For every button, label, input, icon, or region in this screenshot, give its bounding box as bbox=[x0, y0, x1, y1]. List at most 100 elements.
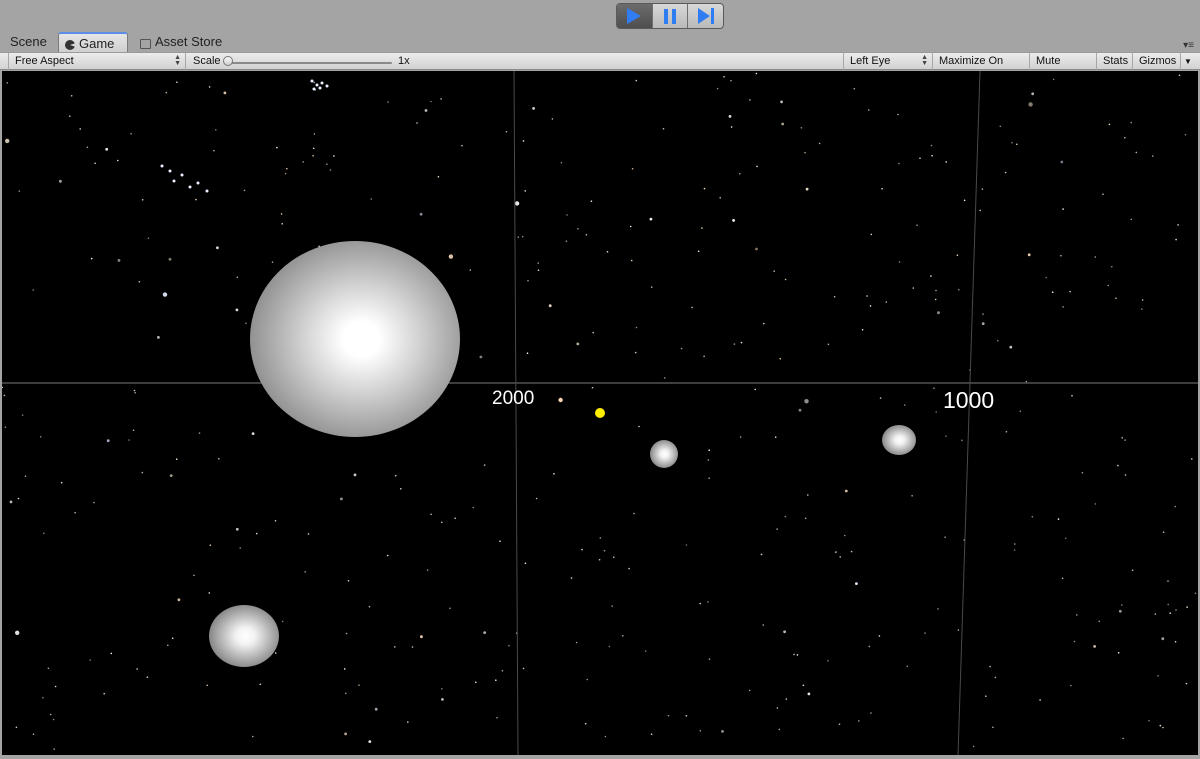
star bbox=[259, 683, 262, 686]
star bbox=[755, 247, 758, 251]
planet[interactable] bbox=[650, 440, 678, 468]
tab-label: Scene bbox=[10, 34, 47, 49]
star bbox=[501, 670, 504, 672]
star bbox=[18, 190, 21, 192]
star bbox=[680, 347, 683, 350]
star bbox=[732, 219, 735, 222]
tab-game[interactable]: Game bbox=[58, 32, 128, 52]
star bbox=[644, 650, 647, 652]
star bbox=[514, 201, 520, 206]
star bbox=[1121, 604, 1123, 606]
game-viewport[interactable]: 2000 1000 bbox=[2, 71, 1198, 755]
maximize-on-play-toggle[interactable]: Maximize On Play bbox=[933, 53, 1030, 84]
gizmos-dropdown[interactable]: ▼ bbox=[1181, 53, 1195, 70]
star bbox=[912, 287, 915, 289]
star bbox=[239, 547, 241, 549]
star bbox=[779, 357, 782, 360]
star bbox=[800, 127, 803, 129]
star bbox=[93, 501, 95, 504]
tab-label: Game bbox=[79, 36, 115, 51]
star bbox=[1141, 308, 1143, 310]
star bbox=[1130, 218, 1133, 221]
star bbox=[329, 169, 332, 171]
aspect-dropdown[interactable]: Free Aspect ▲ ▼ bbox=[8, 53, 186, 70]
star bbox=[424, 109, 428, 112]
star bbox=[972, 745, 975, 748]
star bbox=[368, 740, 372, 743]
star bbox=[345, 632, 348, 635]
star bbox=[1108, 123, 1111, 126]
star bbox=[697, 250, 700, 253]
eye-dropdown[interactable]: Left Eye ▲ ▼ bbox=[843, 53, 933, 70]
star bbox=[394, 474, 397, 477]
star bbox=[844, 489, 848, 493]
eye-label: Left Eye bbox=[850, 55, 891, 67]
star bbox=[1151, 155, 1154, 157]
star bbox=[130, 133, 132, 135]
star bbox=[604, 735, 607, 738]
star bbox=[930, 144, 933, 147]
star bbox=[701, 227, 703, 229]
star bbox=[196, 181, 200, 185]
star bbox=[1148, 719, 1150, 722]
mute-audio-toggle[interactable]: Mute Audio bbox=[1030, 53, 1097, 84]
pause-button[interactable] bbox=[653, 4, 689, 28]
player-marker[interactable] bbox=[595, 408, 605, 418]
star bbox=[708, 658, 711, 660]
star bbox=[784, 515, 787, 518]
star bbox=[1039, 699, 1041, 701]
star bbox=[17, 497, 20, 500]
star bbox=[39, 436, 42, 438]
star bbox=[1102, 193, 1104, 195]
tab-asset-store[interactable]: Asset Store bbox=[134, 32, 228, 52]
star bbox=[839, 556, 841, 558]
star bbox=[505, 130, 508, 133]
star bbox=[1057, 518, 1060, 520]
star bbox=[206, 684, 208, 687]
star bbox=[716, 87, 719, 90]
scale-slider-thumb[interactable] bbox=[223, 56, 233, 66]
star bbox=[919, 157, 921, 159]
star bbox=[168, 257, 172, 261]
star bbox=[878, 635, 881, 637]
star bbox=[730, 126, 733, 128]
star bbox=[386, 554, 389, 557]
gizmos-button[interactable]: Gizmos bbox=[1133, 53, 1181, 70]
star bbox=[141, 471, 144, 474]
star bbox=[853, 87, 856, 90]
tab-scene[interactable]: Scene bbox=[4, 32, 53, 52]
star bbox=[778, 728, 781, 731]
star bbox=[134, 391, 136, 394]
star bbox=[1062, 306, 1064, 308]
star bbox=[634, 351, 637, 354]
star bbox=[622, 635, 624, 637]
star bbox=[1161, 637, 1165, 641]
star bbox=[276, 146, 278, 149]
panel-menu-icon[interactable]: ▾≡ bbox=[1183, 40, 1194, 51]
star bbox=[1122, 737, 1124, 740]
star bbox=[575, 641, 578, 644]
star bbox=[868, 109, 870, 111]
play-button[interactable] bbox=[617, 4, 653, 28]
planet[interactable] bbox=[209, 605, 279, 667]
star bbox=[90, 257, 93, 260]
step-button[interactable] bbox=[688, 4, 723, 28]
star bbox=[981, 322, 985, 325]
bottom-border bbox=[0, 755, 1200, 759]
star bbox=[312, 147, 315, 150]
scale-value-text: 1x bbox=[398, 55, 410, 67]
planet[interactable] bbox=[882, 425, 916, 455]
scale-slider-track[interactable] bbox=[228, 62, 392, 64]
star bbox=[483, 631, 487, 634]
star bbox=[508, 644, 510, 647]
star bbox=[804, 517, 807, 520]
star bbox=[1175, 609, 1177, 611]
scale-value: 1x bbox=[392, 53, 432, 70]
star bbox=[911, 495, 913, 497]
star bbox=[1093, 645, 1096, 648]
stats-toggle[interactable]: Stats bbox=[1097, 53, 1133, 70]
star bbox=[133, 389, 136, 392]
star bbox=[79, 128, 81, 130]
star bbox=[916, 224, 918, 226]
large-planet[interactable] bbox=[250, 241, 460, 437]
